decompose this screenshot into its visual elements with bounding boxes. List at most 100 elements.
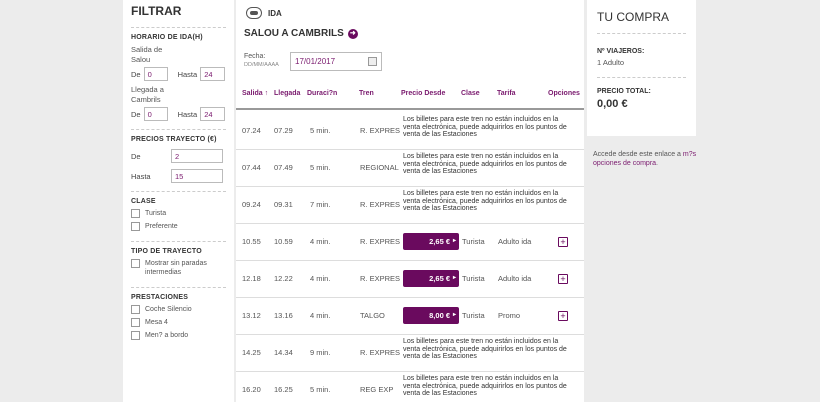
cell-llegada: 10.59 (274, 237, 293, 246)
mesa-option[interactable]: Mesa 4 (131, 318, 226, 327)
turista-checkbox[interactable] (131, 209, 140, 218)
plus-icon[interactable]: + (558, 237, 568, 247)
salida-hasta-input[interactable]: 24 (200, 67, 226, 81)
tipo-section: TIPO DE TRAYECTO Mostrar sin paradas int… (131, 242, 226, 288)
sin-paradas-checkbox[interactable] (131, 259, 140, 268)
results-panel: IDA SALOU A CAMBRILS ➜ Fecha: DD/MM/AAAA… (236, 0, 584, 402)
salida-de-input[interactable]: 0 (143, 67, 168, 81)
cell-llegada: 12.22 (274, 274, 293, 283)
cell-salida: 07.24 (242, 126, 261, 135)
cell-clase: Turista (462, 274, 485, 283)
cell-llegada: 07.49 (274, 163, 293, 172)
plus-icon[interactable]: + (558, 311, 568, 321)
mesa-checkbox[interactable] (131, 318, 140, 327)
precio-hasta-label: Hasta (131, 171, 151, 181)
table-row: 13.12 13.16 4 min. TALGO 8,00 € Turista … (236, 298, 584, 335)
precio-hasta-row: Hasta 15 (131, 167, 226, 185)
cell-tren: REGIONAL (360, 163, 399, 172)
cell-tren: R. EXPRES (360, 126, 401, 135)
col-precio[interactable]: Precio Desde (401, 90, 445, 106)
mesa-label: Mesa 4 (145, 319, 168, 326)
llegada-de-input[interactable]: 0 (143, 107, 168, 121)
price-button[interactable]: 2,65 € (403, 233, 459, 250)
precio-de-row: De 2 (131, 147, 226, 165)
llegada-hasta-label: Hasta (177, 109, 198, 119)
cell-salida: 07.44 (242, 163, 261, 172)
col-duracion[interactable]: Duraci?n (307, 90, 337, 106)
cell-llegada: 07.29 (274, 126, 293, 135)
table-row: 10.55 10.59 4 min. R. EXPRES 2,65 € Turi… (236, 224, 584, 261)
cell-duracion: 5 min. (310, 126, 331, 135)
horario-section: HORARIO DE IDA(H) Salida de Salou De 0 H… (131, 28, 226, 130)
sin-paradas-label: Mostrar sin paradas intermedias (145, 260, 207, 276)
no-sale-note: Los billetes para este tren no están inc… (403, 153, 567, 175)
plus-icon[interactable]: + (558, 274, 568, 284)
coche-silencio-checkbox[interactable] (131, 305, 140, 314)
col-tren[interactable]: Tren (359, 90, 374, 106)
coche-silencio-option[interactable]: Coche Silencio (131, 305, 226, 314)
col-clase[interactable]: Clase (461, 90, 480, 106)
coche-silencio-label: Coche Silencio (145, 306, 192, 313)
route-label: SALOU A CAMBRILS (244, 28, 344, 39)
price-button[interactable]: 8,00 € (403, 307, 459, 324)
col-salida[interactable]: Salida ↑ (242, 90, 268, 106)
col-tarifa[interactable]: Tarifa (497, 90, 516, 106)
ida-label: IDA (268, 8, 282, 18)
col-llegada[interactable]: Llegada (274, 90, 300, 106)
table-row: 07.24 07.29 5 min. R. EXPRES Los billete… (236, 113, 584, 150)
cell-tren: R. EXPRES (360, 237, 401, 246)
menu-option[interactable]: Men? a bordo (131, 331, 226, 340)
total-value: 0,00 € (597, 98, 628, 110)
more-options-text: Accede desde este enlace a (593, 151, 683, 158)
preferente-label: Preferente (145, 223, 178, 230)
precio-hasta-input[interactable]: 15 (171, 169, 223, 183)
cell-tren: R. EXPRES (360, 274, 401, 283)
cell-salida: 14.25 (242, 348, 261, 357)
price-button[interactable]: 2,65 € (403, 270, 459, 287)
cell-salida: 13.12 (242, 311, 261, 320)
precios-title: PRECIOS TRAYECTO (€) (131, 136, 217, 143)
fecha-input[interactable]: 17/01/2017 (290, 52, 382, 71)
sin-paradas-option[interactable]: Mostrar sin paradas intermedias (131, 259, 226, 277)
prestaciones-section: PRESTACIONES Coche Silencio Mesa 4 Men? … (131, 288, 226, 350)
clase-turista-option[interactable]: Turista (131, 209, 226, 218)
llegada-de-label: De (131, 109, 141, 119)
cell-clase: Turista (462, 237, 485, 246)
horario-title: HORARIO DE IDA(H) (131, 34, 203, 41)
cell-duracion: 5 min. (310, 385, 331, 394)
more-options-note: Accede desde este enlace a m?s opciones … (593, 150, 703, 168)
preferente-checkbox[interactable] (131, 222, 140, 231)
llegada-hasta-input[interactable]: 24 (200, 107, 226, 121)
col-opciones[interactable]: Opciones (548, 90, 580, 106)
table-row: 12.18 12.22 4 min. R. EXPRES 2,65 € Turi… (236, 261, 584, 298)
turista-label: Turista (145, 210, 167, 217)
table-row: 14.25 14.34 9 min. R. EXPRES Los billete… (236, 335, 584, 372)
cell-llegada: 14.34 (274, 348, 293, 357)
viajeros-label: Nº VIAJEROS: (597, 48, 645, 55)
table-row: 09.24 09.31 7 min. R. EXPRES Los billete… (236, 187, 584, 224)
cell-duracion: 4 min. (310, 311, 331, 320)
menu-checkbox[interactable] (131, 331, 140, 340)
cell-duracion: 7 min. (310, 200, 331, 209)
ida-header: IDA (236, 0, 584, 26)
precio-de-input[interactable]: 2 (171, 149, 223, 163)
total-label: PRECIO TOTAL: (597, 88, 651, 95)
tipo-title: TIPO DE TRAYECTO (131, 248, 202, 255)
cell-tarifa: Promo (498, 311, 521, 320)
clase-title: CLASE (131, 198, 156, 205)
cell-tren: REG EXP (360, 385, 394, 394)
summary-divider (597, 77, 686, 78)
fecha-value: 17/01/2017 (295, 57, 336, 66)
no-sale-note: Los billetes para este tren no están inc… (403, 338, 567, 360)
cell-duracion: 4 min. (310, 237, 331, 246)
cell-salida: 09.24 (242, 200, 261, 209)
clase-section: CLASE Turista Preferente (131, 192, 226, 242)
cell-llegada: 09.31 (274, 200, 293, 209)
calendar-icon[interactable] (368, 57, 377, 66)
cell-tren: TALGO (360, 311, 385, 320)
arrow-right-icon[interactable]: ➜ (347, 28, 358, 39)
prestaciones-title: PRESTACIONES (131, 294, 189, 301)
cell-duracion: 5 min. (310, 163, 331, 172)
clase-preferente-option[interactable]: Preferente (131, 222, 226, 231)
menu-label: Men? a bordo (145, 332, 189, 339)
